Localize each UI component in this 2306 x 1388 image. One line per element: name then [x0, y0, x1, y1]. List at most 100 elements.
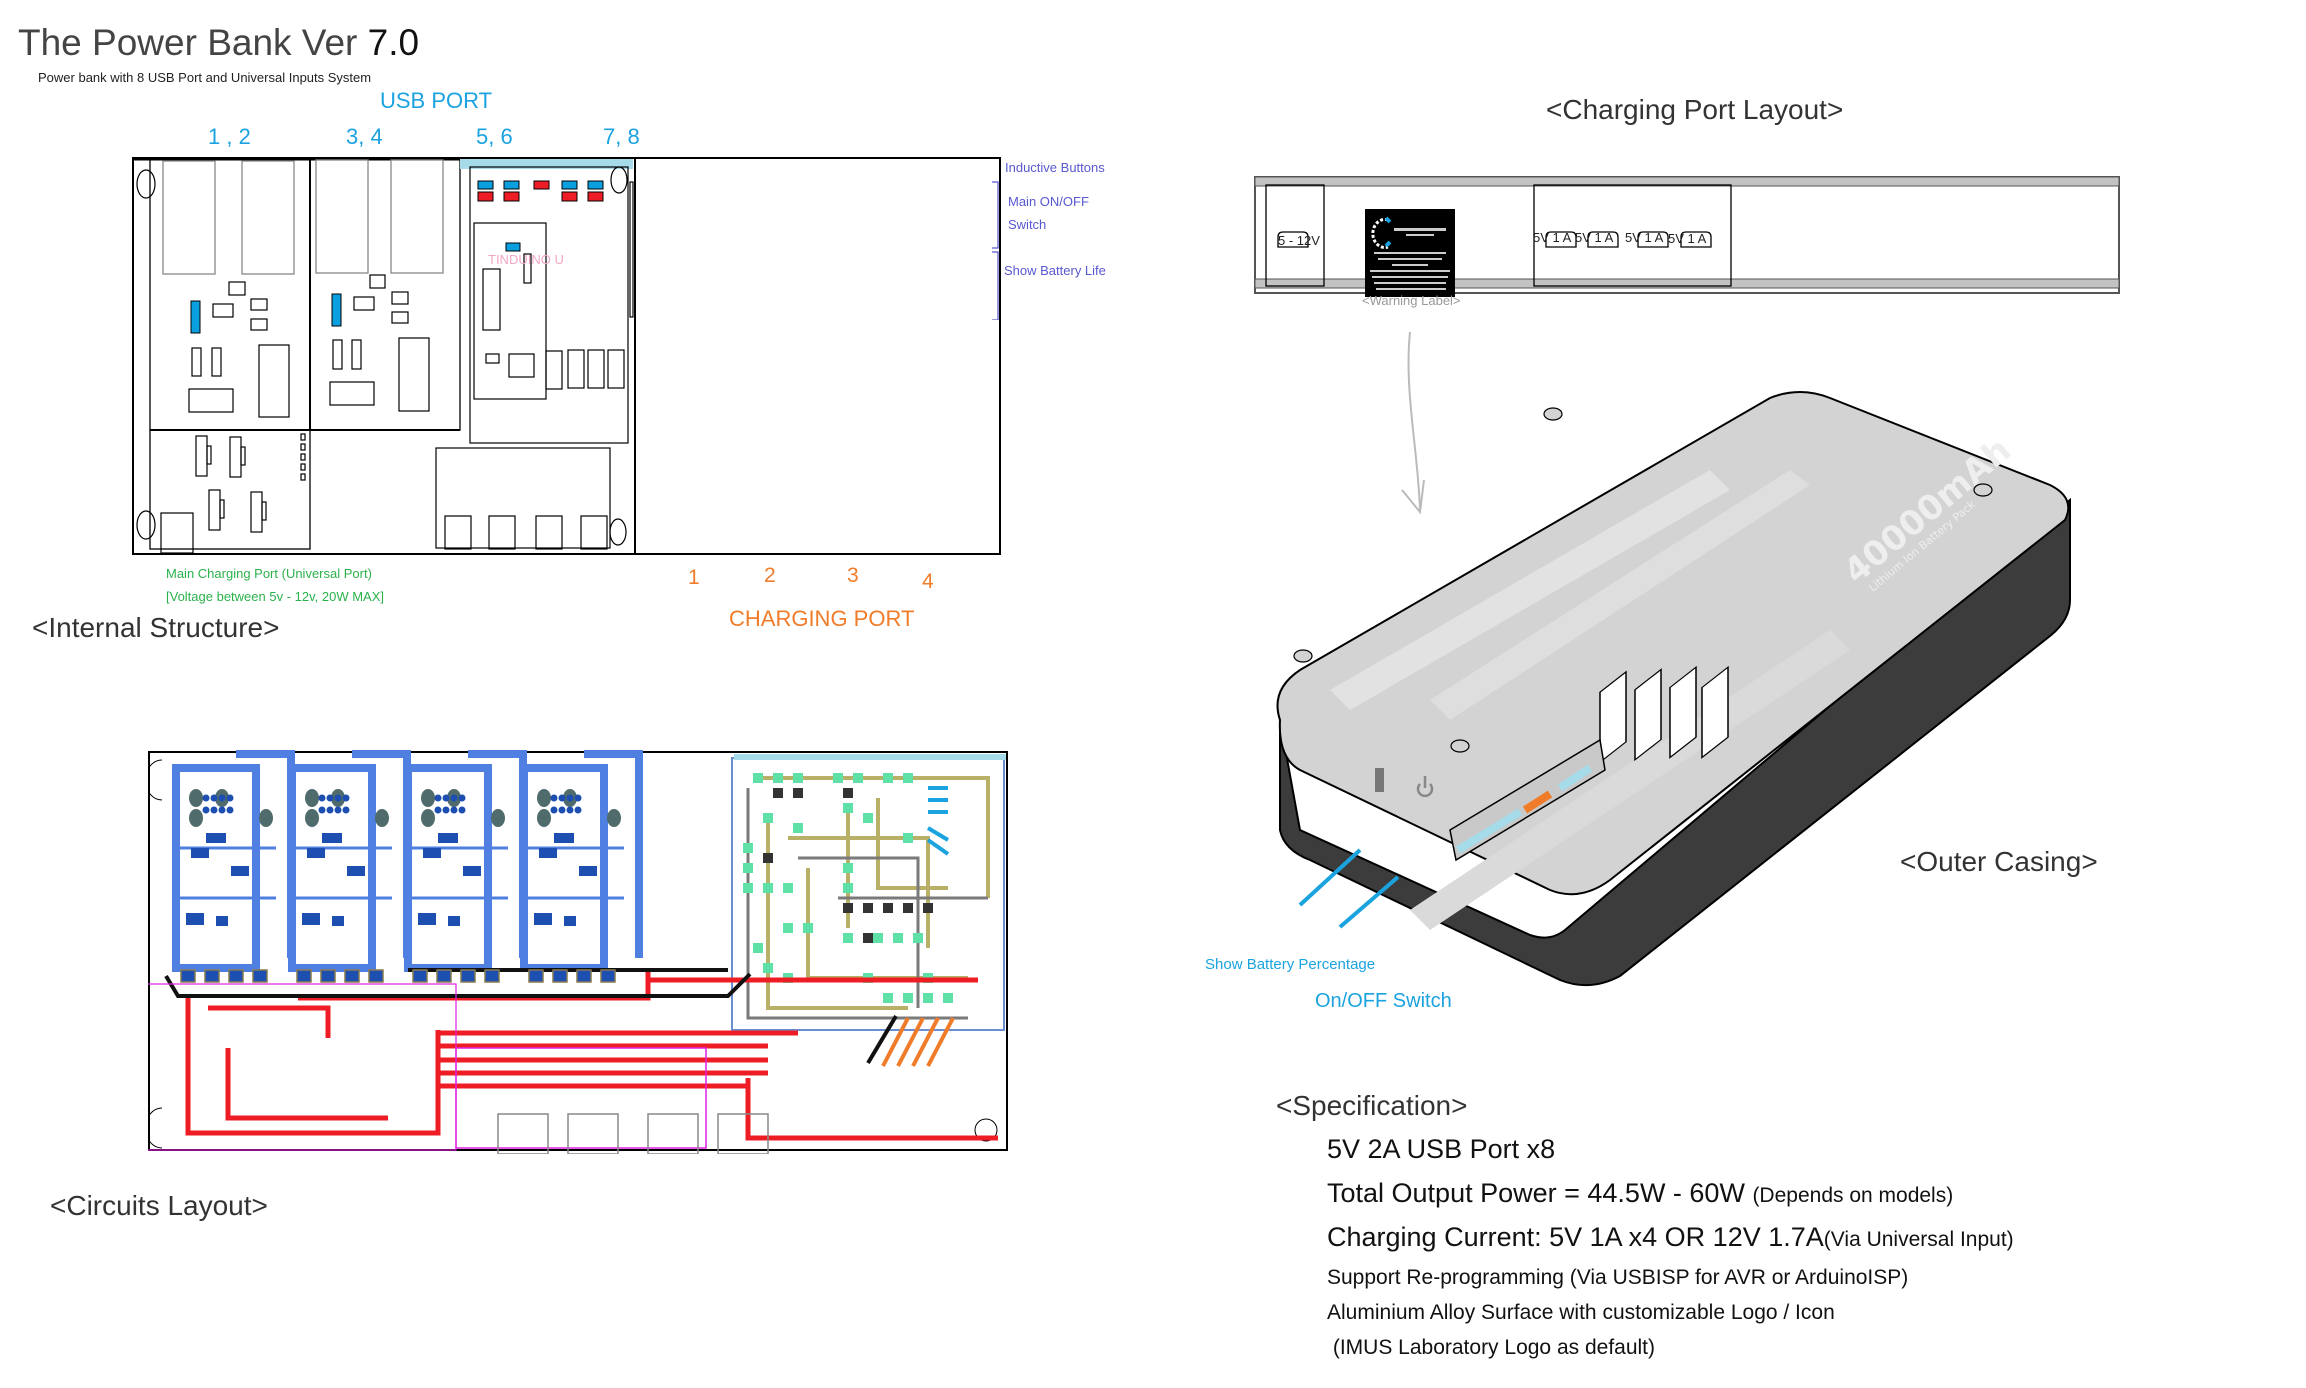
- connector-hole: [189, 789, 203, 807]
- page-subtitle: Power bank with 8 USB Port and Universal…: [38, 70, 372, 85]
- connector-hole: [305, 809, 319, 827]
- side-note-brackets: [992, 181, 999, 320]
- pad: [574, 806, 582, 814]
- ic-pad: [903, 903, 913, 913]
- pcb-pad: [913, 933, 923, 943]
- pcb-pad: [833, 773, 843, 783]
- pad: [438, 833, 458, 843]
- pad: [218, 806, 226, 814]
- pad: [418, 913, 436, 925]
- pcb-pad: [743, 843, 753, 853]
- page-title: The Power Bank Ver 7.0: [18, 22, 419, 64]
- pad: [442, 806, 450, 814]
- connector-hole: [537, 809, 551, 827]
- spec-item: Charging Current: 5V 1A x4 OR 12V 1.7A(V…: [1327, 1222, 2014, 1253]
- pad: [550, 806, 558, 814]
- pad: [206, 833, 226, 843]
- connector-hole: [421, 789, 435, 807]
- input-port-label: 5 - 12V: [1278, 233, 1320, 248]
- pad: [539, 848, 557, 858]
- usb-group-label: 7, 8: [603, 124, 640, 149]
- pad: [218, 794, 226, 802]
- pad: [216, 916, 228, 926]
- pad: [448, 916, 460, 926]
- ic-pad: [843, 788, 853, 798]
- section-circuits-layout: <Circuits Layout>: [50, 1190, 268, 1221]
- pad: [210, 794, 218, 802]
- connector-hole: [305, 789, 319, 807]
- pad: [566, 794, 574, 802]
- spec-note: (Depends on models): [1752, 1184, 1954, 1207]
- spec-item-small: (IMUS Laboratory Logo as default): [1327, 1336, 1656, 1359]
- pcb-pad: [753, 943, 763, 953]
- pad: [307, 848, 325, 858]
- pad: [412, 969, 428, 983]
- pad: [368, 969, 384, 983]
- main-charging-voltage-label: [Voltage between 5v - 12v, 20W MAX]: [166, 589, 384, 604]
- pcb-pad: [843, 933, 853, 943]
- pad: [326, 806, 334, 814]
- pad: [528, 969, 544, 983]
- note-main-switch-2: Switch: [1008, 217, 1047, 232]
- pad: [322, 833, 342, 843]
- pcb-pad: [923, 993, 933, 1003]
- pcb-pad: [803, 923, 813, 933]
- connector-hole: [491, 809, 505, 827]
- circuit-layout-diagram: [148, 750, 1008, 1154]
- pcb-pad: [743, 883, 753, 893]
- pcb-pad: [783, 923, 793, 933]
- pad: [550, 794, 558, 802]
- pad: [576, 969, 592, 983]
- spec-text: 5V 2A USB Port x8: [1327, 1134, 1556, 1164]
- output-port-label: 5V 1 A: [1625, 230, 1664, 245]
- pad: [564, 916, 576, 926]
- tinduino-label: TINDUINO U: [488, 252, 564, 267]
- section-charging-port-layout: <Charging Port Layout>: [1546, 94, 1844, 125]
- pad: [334, 794, 342, 802]
- pad: [423, 848, 441, 858]
- pad: [342, 806, 350, 814]
- pad: [566, 806, 574, 814]
- callout-onoff-switch: On/OFF Switch: [1315, 990, 1452, 1012]
- pad: [320, 969, 336, 983]
- pad: [463, 866, 481, 876]
- section-outer-casing: <Outer Casing>: [1900, 846, 2098, 877]
- pad: [434, 794, 442, 802]
- output-port-label: 5V 1 A: [1533, 230, 1572, 245]
- pad: [180, 969, 196, 983]
- battery-icon: [1375, 768, 1384, 792]
- output-port-label: 5V 1 A: [1668, 231, 1707, 246]
- ic-pad: [863, 903, 873, 913]
- pad: [554, 833, 574, 843]
- output-port-label: 5V 1 A: [1575, 230, 1614, 245]
- ic-pad: [763, 853, 773, 863]
- pad: [552, 969, 568, 983]
- pad: [332, 916, 344, 926]
- pcb-pad: [793, 823, 803, 833]
- pad: [342, 794, 350, 802]
- pcb-pad: [753, 773, 763, 783]
- pad: [186, 913, 204, 925]
- note-inductive-buttons: Inductive Buttons: [1005, 160, 1105, 175]
- charging-port-number: 3: [847, 564, 859, 587]
- pcb-pad: [903, 993, 913, 1003]
- connector-hole: [607, 809, 621, 827]
- section-specification: <Specification>: [1276, 1090, 1468, 1121]
- pcb-pad: [903, 773, 913, 783]
- pcb-pad: [893, 933, 903, 943]
- title-version: 7.0: [367, 22, 420, 63]
- warning-label-caption: <Warning Label>: [1362, 293, 1461, 308]
- pad: [458, 806, 466, 814]
- pad: [252, 969, 268, 983]
- ic-pad: [923, 903, 933, 913]
- usb-group-label: 5, 6: [476, 124, 513, 149]
- connector-hole: [537, 789, 551, 807]
- pcb-pad: [883, 993, 893, 1003]
- pcb-pad: [773, 773, 783, 783]
- pad: [450, 794, 458, 802]
- spec-item-small: Aluminium Alloy Surface with customizabl…: [1327, 1301, 1835, 1324]
- pcb-pad: [883, 773, 893, 783]
- ic-pad: [883, 903, 893, 913]
- usb-port-title: USB PORT: [380, 88, 493, 113]
- charging-port-number: 4: [922, 570, 934, 593]
